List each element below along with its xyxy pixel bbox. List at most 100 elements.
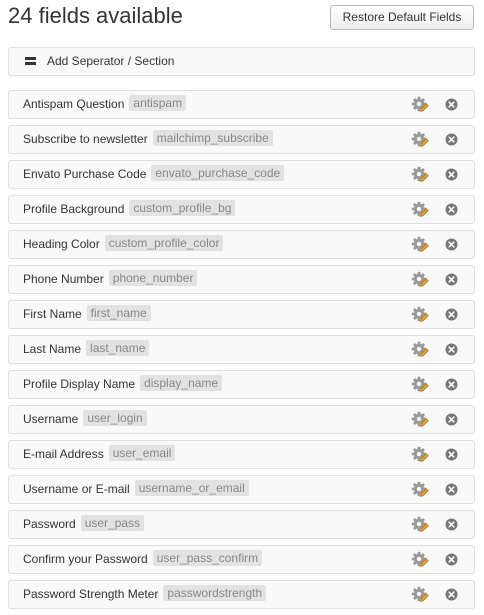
field-meta-key: passwordstrength [163, 585, 267, 601]
field-meta-key: envato_purchase_code [151, 165, 285, 181]
settings-gear-icon[interactable] [411, 236, 429, 254]
remove-field-icon[interactable] [445, 238, 458, 251]
add-separator-section-button[interactable]: Add Seperator / Section [8, 47, 475, 76]
field-meta-key: username_or_email [134, 480, 249, 496]
settings-gear-icon[interactable] [411, 306, 429, 324]
remove-field-icon-graphic [445, 553, 458, 566]
settings-gear-icon[interactable] [411, 411, 429, 429]
remove-field-icon[interactable] [445, 98, 458, 111]
field-label: Confirm your Password [23, 552, 148, 566]
field-row-user-pass-confirm[interactable]: Confirm your Password user_pass_confirm [8, 545, 475, 574]
field-list: Antispam Question antispam Subscribe to … [8, 90, 475, 615]
remove-field-icon-graphic [445, 98, 458, 111]
field-row-envato-purchase-code[interactable]: Envato Purchase Code envato_purchase_code [8, 160, 475, 189]
settings-gear-icon[interactable] [411, 131, 429, 149]
remove-field-icon-graphic [445, 238, 458, 251]
remove-field-icon[interactable] [445, 133, 458, 146]
settings-gear-icon[interactable] [411, 376, 429, 394]
remove-field-icon[interactable] [445, 483, 458, 496]
remove-field-icon-graphic [445, 133, 458, 146]
field-label: Username [23, 412, 79, 426]
settings-gear-icon-graphic [411, 201, 429, 217]
remove-field-icon[interactable] [445, 553, 458, 566]
remove-field-icon-graphic [445, 448, 458, 461]
field-meta-key: custom_profile_color [104, 235, 224, 251]
remove-field-icon-graphic [445, 378, 458, 391]
field-row-custom-profile-color[interactable]: Heading Color custom_profile_color [8, 230, 475, 259]
settings-gear-icon-graphic [411, 306, 429, 322]
field-label: Profile Display Name [23, 377, 136, 391]
remove-field-icon[interactable] [445, 378, 458, 391]
field-row-phone-number[interactable]: Phone Number phone_number [8, 265, 475, 294]
remove-field-icon[interactable] [445, 448, 458, 461]
field-row-custom-profile-bg[interactable]: Profile Background custom_profile_bg [8, 195, 475, 224]
remove-field-icon[interactable] [445, 203, 458, 216]
settings-gear-icon[interactable] [411, 586, 429, 604]
page-title: 24 fields available [8, 3, 183, 28]
field-meta-key: user_pass_confirm [152, 550, 263, 566]
field-row-user-email[interactable]: E-mail Address user_email [8, 440, 475, 469]
settings-gear-icon[interactable] [411, 341, 429, 359]
field-meta-key: custom_profile_bg [129, 200, 236, 216]
field-row-user-login[interactable]: Username user_login [8, 405, 475, 434]
remove-field-icon[interactable] [445, 588, 458, 601]
remove-field-icon-graphic [445, 518, 458, 531]
field-row-last-name[interactable]: Last Name last_name [8, 335, 475, 364]
settings-gear-icon[interactable] [411, 96, 429, 114]
settings-gear-icon-graphic [411, 341, 429, 357]
settings-gear-icon-graphic [411, 166, 429, 182]
field-meta-key: user_email [108, 445, 176, 461]
field-row-passwordstrength[interactable]: Password Strength Meter passwordstrength [8, 580, 475, 609]
field-label: Phone Number [23, 272, 104, 286]
settings-gear-icon-graphic [411, 271, 429, 287]
settings-gear-icon-graphic [411, 481, 429, 497]
field-row-antispam[interactable]: Antispam Question antispam [8, 90, 475, 119]
settings-gear-icon-graphic [411, 551, 429, 567]
remove-field-icon[interactable] [445, 518, 458, 531]
header: 24 fields available Restore Default Fiel… [0, 0, 484, 40]
settings-gear-icon[interactable] [411, 516, 429, 534]
field-meta-key: user_pass [80, 515, 145, 531]
field-row-user-pass[interactable]: Password user_pass [8, 510, 475, 539]
settings-gear-icon-graphic [411, 516, 429, 532]
remove-field-icon[interactable] [445, 343, 458, 356]
settings-gear-icon-graphic [411, 236, 429, 252]
remove-field-icon-graphic [445, 588, 458, 601]
settings-gear-icon-graphic [411, 446, 429, 462]
field-row-username-or-email[interactable]: Username or E-mail username_or_email [8, 475, 475, 504]
remove-field-icon-graphic [445, 168, 458, 181]
field-label: Username or E-mail [23, 482, 130, 496]
field-row-display-name[interactable]: Profile Display Name display_name [8, 370, 475, 399]
field-meta-key: last_name [86, 340, 150, 356]
settings-gear-icon-graphic [411, 411, 429, 427]
settings-gear-icon[interactable] [411, 166, 429, 184]
remove-field-icon-graphic [445, 203, 458, 216]
settings-gear-icon[interactable] [411, 481, 429, 499]
settings-gear-icon-graphic [411, 131, 429, 147]
field-meta-key: antispam [129, 95, 187, 111]
separator-icon [25, 57, 36, 66]
remove-field-icon[interactable] [445, 168, 458, 181]
settings-gear-icon[interactable] [411, 271, 429, 289]
settings-gear-icon[interactable] [411, 201, 429, 219]
field-label: E-mail Address [23, 447, 104, 461]
settings-gear-icon[interactable] [411, 551, 429, 569]
settings-gear-icon-graphic [411, 96, 429, 112]
settings-gear-icon-graphic [411, 376, 429, 392]
field-meta-key: mailchimp_subscribe [152, 130, 273, 146]
field-label: Subscribe to newsletter [23, 132, 148, 146]
restore-default-fields-button[interactable]: Restore Default Fields [330, 5, 474, 30]
remove-field-icon-graphic [445, 343, 458, 356]
settings-gear-icon[interactable] [411, 446, 429, 464]
remove-field-icon-graphic [445, 413, 458, 426]
remove-field-icon[interactable] [445, 273, 458, 286]
remove-field-icon[interactable] [445, 308, 458, 321]
field-meta-key: display_name [140, 375, 223, 391]
field-label: First Name [23, 307, 82, 321]
field-label: Last Name [23, 342, 82, 356]
remove-field-icon-graphic [445, 273, 458, 286]
field-row-first-name[interactable]: First Name first_name [8, 300, 475, 329]
field-row-mailchimp-subscribe[interactable]: Subscribe to newsletter mailchimp_subscri… [8, 125, 475, 154]
field-meta-key: first_name [86, 305, 151, 321]
remove-field-icon[interactable] [445, 413, 458, 426]
